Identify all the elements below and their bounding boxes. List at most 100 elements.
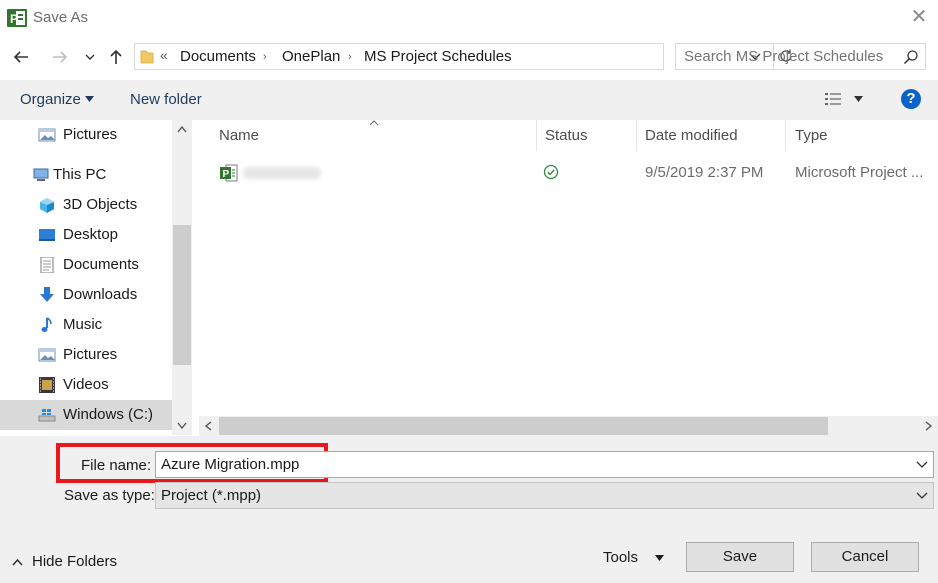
downloads-icon	[40, 287, 54, 302]
file-name-value[interactable]: Azure Migration.mpp	[161, 456, 299, 473]
pictures-icon	[38, 348, 56, 362]
organize-button[interactable]: Organize	[20, 91, 81, 108]
file-list-horizontal-scrollbar[interactable]	[199, 416, 938, 436]
breadcrumb-separator-icon[interactable]: ›	[263, 51, 267, 63]
sidebar-item-music[interactable]: Music	[0, 310, 172, 340]
column-header-label: Type	[795, 127, 828, 144]
window-title: Save As	[33, 9, 89, 26]
hide-folders-chevron-icon[interactable]	[12, 558, 23, 566]
sidebar-item-label: Documents	[63, 256, 139, 273]
search-box[interactable]	[675, 43, 926, 70]
scroll-right-icon[interactable]	[925, 421, 933, 431]
address-bar[interactable]: « Documents › OnePlan › MS Project Sched…	[134, 43, 792, 70]
search-input[interactable]	[680, 46, 898, 67]
sidebar-item-label: 3D Objects	[63, 196, 138, 213]
forward-arrow-icon[interactable]	[48, 44, 72, 70]
desktop-icon	[39, 229, 55, 241]
save-as-type-value[interactable]: Project (*.mpp)	[161, 487, 261, 504]
breadcrumb-oneplan[interactable]: OnePlan	[282, 48, 340, 65]
sidebar-item-label: Pictures	[63, 126, 118, 143]
sync-ok-icon	[543, 164, 559, 180]
column-header-type[interactable]: Type	[795, 120, 935, 151]
project-file-icon: P	[220, 164, 238, 182]
save-as-type-select[interactable]: Project (*.mpp)	[155, 482, 934, 509]
svg-text:P: P	[223, 169, 230, 180]
sidebar-item-windows-c[interactable]: Windows (C:)	[0, 400, 172, 430]
sidebar-item-pictures-quick[interactable]: Pictures	[0, 120, 172, 150]
navigation-pane: Pictures This PC 3D Objects Desktop Docu…	[0, 120, 172, 435]
back-arrow-icon[interactable]	[9, 44, 33, 70]
sidebar-item-label: Pictures	[63, 346, 118, 363]
sidebar-item-pictures[interactable]: Pictures	[0, 340, 172, 370]
title-bar: P Save As ✕	[0, 0, 938, 36]
music-icon	[41, 317, 52, 332]
column-header-name[interactable]: Name	[219, 120, 539, 151]
save-as-type-dropdown-icon[interactable]	[916, 492, 928, 500]
documents-icon	[40, 257, 54, 273]
file-name-label: File name:	[81, 457, 152, 474]
sidebar-item-videos[interactable]: Videos	[0, 370, 172, 400]
scroll-left-icon[interactable]	[204, 421, 212, 431]
file-type: Microsoft Project ...	[795, 164, 924, 181]
sidebar-item-3d-objects[interactable]: 3D Objects	[0, 190, 172, 220]
up-arrow-icon[interactable]	[104, 44, 128, 70]
column-header-date-modified[interactable]: Date modified	[645, 120, 785, 151]
sidebar-item-label: This PC	[53, 166, 107, 183]
file-list: Name Status Date modified Type P 9/5/201…	[199, 120, 938, 415]
drive-icon	[38, 409, 56, 422]
table-row[interactable]: P 9/5/2019 2:37 PM Microsoft Project ...	[199, 158, 938, 188]
search-icon[interactable]	[903, 49, 919, 65]
column-divider[interactable]	[785, 120, 786, 151]
breadcrumb-ms-project-schedules[interactable]: MS Project Schedules	[364, 48, 512, 65]
save-button[interactable]: Save	[686, 542, 794, 572]
column-header-label: Name	[219, 127, 260, 144]
sidebar-item-label: Windows (C:)	[63, 406, 154, 423]
help-icon[interactable]: ?	[901, 89, 921, 109]
file-name-dropdown-icon[interactable]	[916, 461, 928, 469]
tools-button[interactable]: Tools	[603, 549, 638, 566]
column-header-label: Status	[545, 127, 588, 144]
breadcrumb-overflow-icon[interactable]: «	[160, 47, 168, 63]
3d-objects-icon	[40, 198, 54, 213]
column-divider[interactable]	[536, 120, 537, 151]
hide-folders-button[interactable]: Hide Folders	[32, 553, 117, 570]
sidebar-item-documents[interactable]: Documents	[0, 250, 172, 280]
breadcrumb-documents[interactable]: Documents	[180, 48, 256, 65]
project-app-icon: P	[7, 9, 27, 27]
column-divider[interactable]	[636, 120, 637, 151]
folder-icon	[140, 50, 154, 64]
sidebar-item-this-pc[interactable]: This PC	[0, 160, 172, 190]
sidebar-item-label: Music	[63, 316, 103, 333]
navigation-pane-scrollbar[interactable]	[172, 120, 192, 435]
scroll-up-icon[interactable]	[177, 125, 187, 133]
blurred-file-name	[243, 167, 321, 179]
file-name-field[interactable]: Azure Migration.mpp	[155, 451, 934, 478]
view-options-icon[interactable]	[824, 91, 842, 107]
videos-icon	[39, 377, 55, 393]
scrollbar-thumb[interactable]	[219, 417, 828, 435]
sidebar-item-label: Downloads	[63, 286, 138, 303]
view-dropdown-icon[interactable]	[854, 96, 863, 103]
save-as-type-label: Save as type:	[64, 487, 155, 504]
close-icon[interactable]: ✕	[908, 6, 930, 28]
scrollbar-thumb[interactable]	[173, 225, 191, 365]
column-header-status[interactable]: Status	[545, 120, 635, 151]
cancel-button[interactable]: Cancel	[811, 542, 919, 572]
this-pc-icon	[33, 168, 49, 181]
recent-locations-chevron-icon[interactable]	[80, 44, 100, 70]
command-bar: Organize New folder ?	[0, 80, 938, 120]
tools-dropdown-icon[interactable]	[655, 555, 664, 562]
new-folder-button[interactable]: New folder	[130, 91, 202, 108]
sidebar-item-desktop[interactable]: Desktop	[0, 220, 172, 250]
sidebar-item-downloads[interactable]: Downloads	[0, 280, 172, 310]
organize-dropdown-icon[interactable]	[85, 96, 94, 103]
sidebar-item-label: Videos	[63, 376, 109, 393]
breadcrumb-separator-icon[interactable]: ›	[348, 51, 352, 63]
svg-text:P: P	[10, 12, 18, 26]
pictures-icon	[38, 128, 56, 142]
file-date-modified: 9/5/2019 2:37 PM	[645, 164, 764, 181]
save-form-panel: File name: Azure Migration.mpp Save as t…	[0, 436, 938, 583]
column-header-label: Date modified	[645, 127, 738, 144]
sidebar-item-label: Desktop	[63, 226, 119, 243]
scroll-down-icon[interactable]	[177, 422, 187, 430]
